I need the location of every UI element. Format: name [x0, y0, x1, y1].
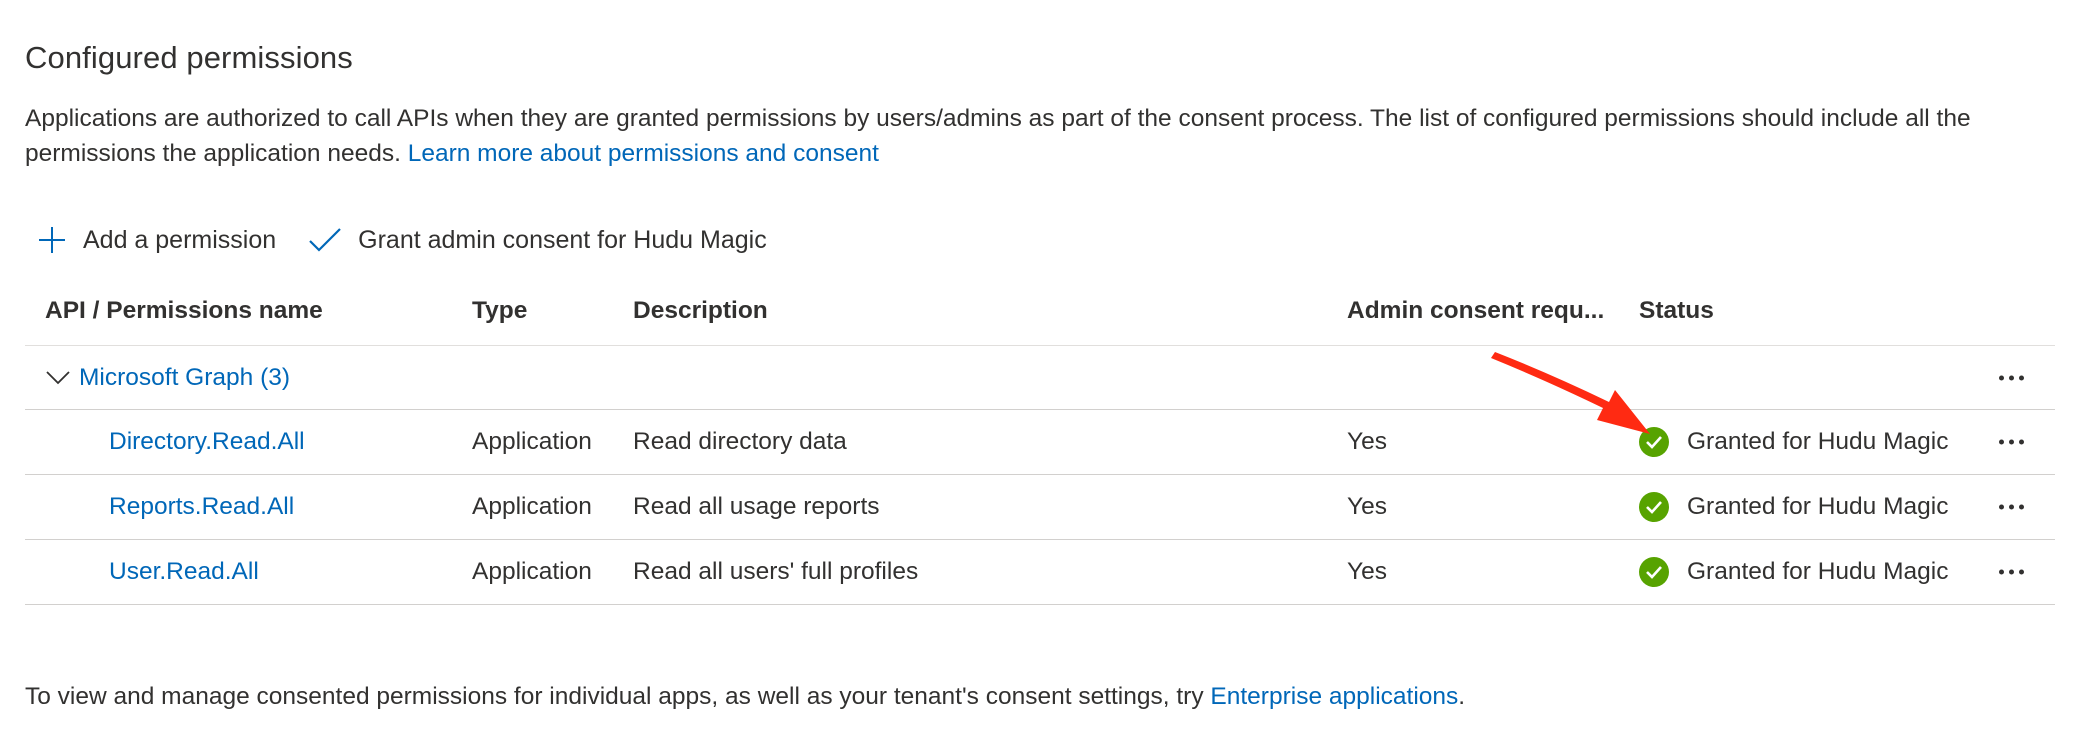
- intro-text: Applications are authorized to call APIs…: [25, 105, 1971, 167]
- page-title: Configured permissions: [25, 40, 353, 75]
- admin-consent-value: Yes: [1347, 558, 1387, 585]
- status-badge: Granted for Hudu Magic: [1639, 427, 1948, 457]
- table-row: Reports.Read.All Application Read all us…: [25, 475, 2055, 540]
- permission-description: Read directory data: [633, 428, 847, 455]
- more-horizontal-icon: [2009, 569, 2014, 575]
- red-arrow-annotation: [1491, 352, 1650, 434]
- group-label[interactable]: Microsoft Graph (3): [79, 364, 290, 392]
- checkmark-icon: [309, 228, 341, 252]
- status-badge: Granted for Hudu Magic: [1639, 492, 1948, 522]
- group-toggle[interactable]: Microsoft Graph (3): [45, 364, 290, 392]
- more-horizontal-icon: [2009, 439, 2014, 445]
- permission-type: Application: [472, 558, 592, 585]
- grant-admin-consent-label: Grant admin consent for Hudu Magic: [358, 225, 767, 254]
- group-row-microsoft-graph: Microsoft Graph (3): [25, 346, 2055, 410]
- more-horizontal-icon: [2019, 569, 2024, 575]
- command-bar: Add a permission Grant admin consent for…: [37, 218, 799, 262]
- group-more-button[interactable]: [1995, 367, 2028, 388]
- more-horizontal-icon: [2009, 504, 2014, 510]
- permissions-table: API / Permissions name Type Description …: [25, 285, 2055, 605]
- footer-text: To view and manage consented permissions…: [25, 683, 1204, 710]
- more-horizontal-icon: [1999, 439, 2004, 445]
- add-permission-label: Add a permission: [83, 225, 277, 254]
- status-badge: Granted for Hudu Magic: [1639, 557, 1948, 587]
- intro-paragraph: Applications are authorized to call APIs…: [25, 101, 2045, 171]
- more-horizontal-icon: [1999, 504, 2004, 510]
- row-more-button[interactable]: [1995, 432, 2028, 453]
- more-horizontal-icon: [2019, 504, 2024, 510]
- admin-consent-value: Yes: [1347, 428, 1387, 455]
- more-horizontal-icon: [2019, 375, 2024, 380]
- column-header-admin-consent[interactable]: Admin consent requ...: [1347, 297, 1604, 325]
- add-permission-button[interactable]: Add a permission: [37, 218, 276, 262]
- grant-admin-consent-button[interactable]: Grant admin consent for Hudu Magic: [308, 218, 767, 262]
- check-circle-icon: [1639, 557, 1669, 587]
- permission-link[interactable]: Reports.Read.All: [109, 493, 294, 521]
- plus-icon: [39, 227, 65, 253]
- footer-end: .: [1458, 683, 1466, 710]
- permission-type: Application: [472, 493, 592, 520]
- check-circle-icon: [1639, 492, 1669, 522]
- row-more-button[interactable]: [1995, 497, 2028, 518]
- permission-description: Read all users' full profiles: [633, 558, 919, 585]
- column-header-description[interactable]: Description: [633, 297, 768, 325]
- footer-note: To view and manage consented permissions…: [25, 683, 1465, 711]
- column-header-type[interactable]: Type: [472, 297, 527, 325]
- admin-consent-value: Yes: [1347, 493, 1387, 520]
- status-text: Granted for Hudu Magic: [1687, 428, 1949, 455]
- more-horizontal-icon: [1999, 375, 2004, 380]
- permission-link[interactable]: User.Read.All: [109, 558, 259, 586]
- more-horizontal-icon: [2019, 439, 2024, 445]
- chevron-down-icon: [46, 370, 70, 384]
- permission-type: Application: [472, 428, 592, 455]
- column-header-name[interactable]: API / Permissions name: [45, 297, 323, 325]
- more-horizontal-icon: [2009, 375, 2014, 380]
- learn-more-link[interactable]: Learn more about permissions and consent: [408, 140, 879, 167]
- status-text: Granted for Hudu Magic: [1687, 558, 1949, 585]
- table-row: User.Read.All Application Read all users…: [25, 540, 2055, 605]
- enterprise-applications-link[interactable]: Enterprise applications: [1210, 683, 1458, 710]
- table-header: API / Permissions name Type Description …: [25, 285, 2055, 346]
- permission-description: Read all usage reports: [633, 493, 880, 520]
- more-horizontal-icon: [1999, 569, 2004, 575]
- row-more-button[interactable]: [1995, 562, 2028, 583]
- permission-link[interactable]: Directory.Read.All: [109, 428, 305, 456]
- column-header-status[interactable]: Status: [1639, 297, 1714, 325]
- table-row: Directory.Read.All Application Read dire…: [25, 410, 2055, 475]
- status-text: Granted for Hudu Magic: [1687, 493, 1949, 520]
